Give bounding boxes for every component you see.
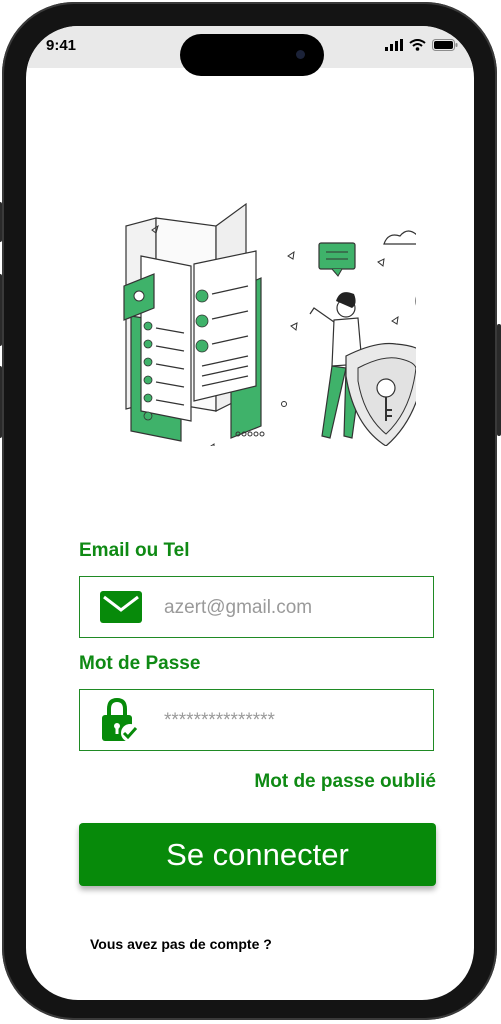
forgot-password-link[interactable]: Mot de passe oublié xyxy=(254,771,436,793)
security-login-illustration: ! xyxy=(123,202,416,446)
wifi-icon xyxy=(409,39,426,51)
status-time: 9:41 xyxy=(46,37,77,54)
password-field[interactable]: *************** xyxy=(79,689,434,751)
password-label: Mot de Passe xyxy=(79,653,201,674)
lock-check-icon xyxy=(102,697,139,742)
email-field[interactable]: azert@gmail.com xyxy=(79,576,434,638)
phone-frame: 9:41 Email ou Tel azert@gmail.com Mot de… xyxy=(0,2,501,1020)
screen: 9:41 Email ou Tel azert@gmail.com Mot de… xyxy=(26,26,474,1000)
mail-icon xyxy=(100,591,142,623)
status-bar: 9:41 xyxy=(26,26,474,76)
login-button[interactable]: Se connecter xyxy=(79,823,436,886)
camera-icon xyxy=(296,50,305,59)
no-account-link[interactable]: Vous avez pas de compte ? xyxy=(90,936,272,952)
power-button xyxy=(497,324,501,436)
volume-down-button xyxy=(0,366,2,438)
volume-up-button xyxy=(0,274,2,346)
action-button xyxy=(0,202,2,242)
email-placeholder: azert@gmail.com xyxy=(164,597,313,618)
status-icons xyxy=(385,39,458,51)
dynamic-island xyxy=(180,34,324,76)
signal-icon xyxy=(385,39,403,51)
password-placeholder: *************** xyxy=(164,710,275,731)
email-label: Email ou Tel xyxy=(79,540,190,561)
battery-icon xyxy=(432,39,458,51)
